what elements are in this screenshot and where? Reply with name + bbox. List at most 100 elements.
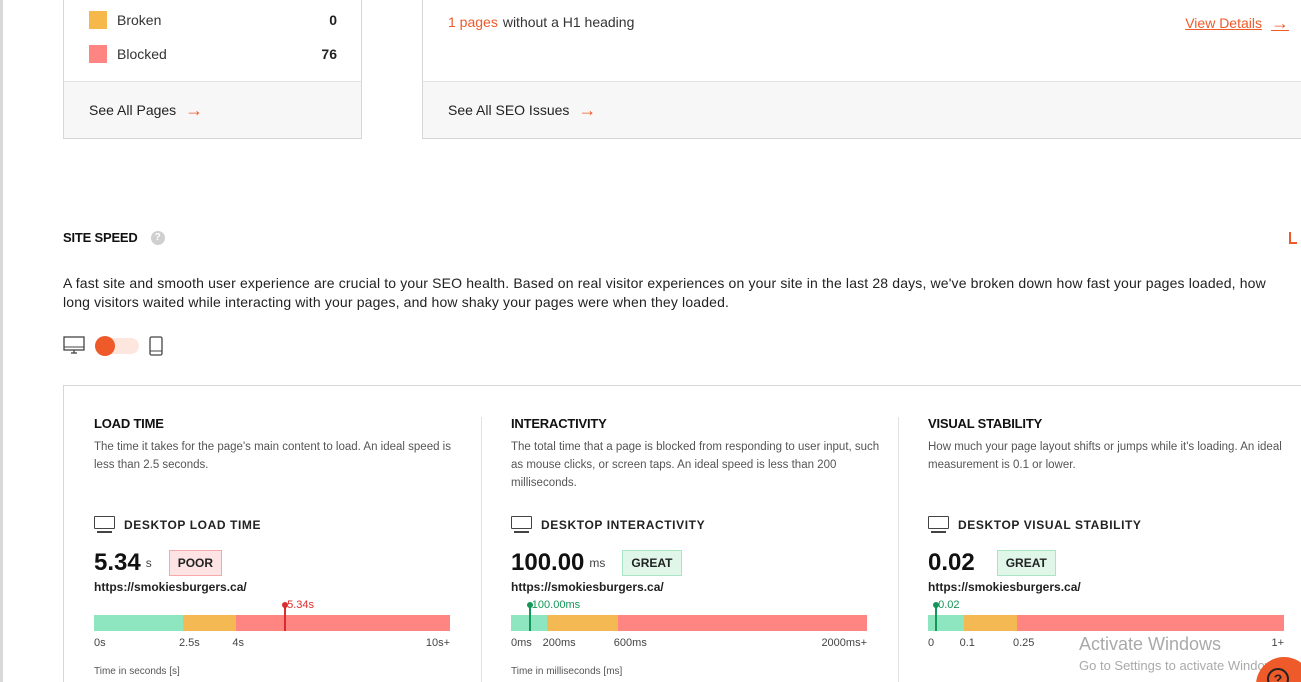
desktop-icon bbox=[94, 516, 115, 533]
metric-value: 5.34 bbox=[94, 549, 141, 576]
expand-icon[interactable] bbox=[1289, 232, 1297, 244]
arrow-right-icon: → bbox=[185, 100, 204, 120]
help-icon: ? bbox=[1267, 668, 1289, 682]
rating-scale-bar bbox=[928, 615, 1284, 631]
rating-scale-bar bbox=[511, 615, 867, 631]
marker-label: 0.02 bbox=[938, 599, 960, 611]
seo-issues-card: 1 pages without a H1 heading View Details… bbox=[422, 0, 1301, 139]
axis-tick-label: 4s bbox=[232, 637, 245, 649]
blocked-swatch bbox=[89, 45, 107, 63]
axis-tick-label: 0.25 bbox=[1013, 637, 1035, 649]
issue-row: 1 pages without a H1 heading bbox=[448, 14, 634, 30]
see-all-seo-issues-label: See All SEO Issues bbox=[448, 102, 570, 118]
needs-improvement-segment bbox=[546, 615, 618, 631]
value-marker bbox=[526, 602, 533, 631]
broken-swatch bbox=[89, 11, 107, 29]
legend-value: 76 bbox=[321, 46, 337, 62]
metric-column: INTERACTIVITY The total time that a page… bbox=[511, 385, 898, 682]
metric-description: The total time that a page is blocked fr… bbox=[511, 441, 880, 489]
axis-tick-label: 0s bbox=[94, 637, 106, 649]
view-details-label: View Details bbox=[1185, 15, 1262, 31]
desktop-icon[interactable] bbox=[63, 336, 85, 356]
metric-subheading: DESKTOP LOAD TIME bbox=[94, 516, 261, 533]
poor-range-segment bbox=[617, 615, 867, 631]
see-all-seo-issues-link[interactable]: See All SEO Issues → bbox=[448, 101, 596, 119]
marker-label: 100.00ms bbox=[531, 599, 581, 611]
metric-description: How much your page layout shifts or jump… bbox=[928, 441, 1282, 471]
rating-badge: POOR bbox=[168, 550, 223, 576]
metric-subheading-text: DESKTOP INTERACTIVITY bbox=[541, 517, 706, 532]
card-footer: See All SEO Issues → bbox=[423, 81, 1301, 138]
legend-label: Blocked bbox=[117, 46, 167, 62]
metric-unit: s bbox=[145, 556, 152, 570]
axis-tick-label: 1+ bbox=[1271, 637, 1284, 649]
site-speed-intro: A fast site and smooth user experience a… bbox=[63, 275, 1266, 310]
poor-range-segment bbox=[1016, 615, 1284, 631]
activate-windows-watermark: Activate Windows bbox=[1079, 634, 1222, 654]
metric-description: The time it takes for the page's main co… bbox=[94, 441, 451, 471]
card-footer: See All Pages → bbox=[64, 81, 361, 138]
good-range-segment bbox=[928, 615, 964, 631]
good-range-segment bbox=[94, 615, 183, 631]
metric-subheading: DESKTOP VISUAL STABILITY bbox=[928, 516, 1142, 533]
help-icon[interactable]: ? bbox=[150, 230, 165, 245]
metric-subheading-text: DESKTOP VISUAL STABILITY bbox=[958, 517, 1142, 532]
value-marker bbox=[933, 602, 940, 631]
device-toggle-switch[interactable] bbox=[95, 336, 139, 356]
see-all-pages-link[interactable]: See All Pages → bbox=[89, 101, 203, 119]
rating-scale-bar bbox=[94, 615, 450, 631]
activate-windows-hint: Go to Settings to activate Windows. bbox=[1079, 658, 1285, 673]
site-speed-title: SITE SPEED ? bbox=[63, 230, 165, 245]
axis-tick-label: 0ms bbox=[511, 637, 532, 649]
needs-improvement-segment bbox=[183, 615, 237, 631]
window-left-edge bbox=[0, 0, 3, 682]
value-marker bbox=[282, 602, 289, 631]
metric-subheading-text: DESKTOP LOAD TIME bbox=[124, 517, 262, 532]
metric-unit: ms bbox=[589, 556, 606, 570]
metric-column: LOAD TIME The time it takes for the page… bbox=[94, 385, 481, 682]
metric-value-row: 5.34 s POOR bbox=[94, 549, 223, 577]
metric-value: 0.02 bbox=[928, 549, 975, 576]
metric-title: LOAD TIME bbox=[94, 416, 164, 431]
rating-badge: GREAT bbox=[996, 550, 1056, 576]
metric-value: 100.00 bbox=[511, 549, 585, 576]
issue-count[interactable]: 1 pages bbox=[448, 14, 498, 30]
desktop-icon bbox=[511, 516, 532, 533]
axis-tick-label: 2.5s bbox=[179, 637, 200, 649]
metric-subheading: DESKTOP INTERACTIVITY bbox=[511, 516, 705, 533]
metric-url: https://smokiesburgers.ca/ bbox=[511, 580, 664, 594]
metric-url: https://smokiesburgers.ca/ bbox=[94, 580, 247, 594]
axis-tick-label: 600ms bbox=[613, 637, 647, 649]
poor-range-segment bbox=[236, 615, 450, 631]
metric-value-row: 100.00 ms GREAT bbox=[511, 549, 682, 577]
pages-summary-card: Broken 0 Blocked 76 See All Pages → bbox=[63, 0, 362, 139]
axis-tick-label: 10s+ bbox=[425, 637, 450, 649]
mobile-icon[interactable] bbox=[149, 336, 163, 356]
legend-label: Broken bbox=[117, 12, 162, 28]
column-divider bbox=[481, 417, 482, 682]
metric-value-row: 0.02 GREAT bbox=[928, 549, 1056, 577]
legend-value: 0 bbox=[329, 12, 337, 28]
desktop-icon bbox=[928, 516, 949, 533]
needs-improvement-segment bbox=[963, 615, 1017, 631]
metric-title: INTERACTIVITY bbox=[511, 416, 607, 431]
marker-label: 5.34s bbox=[287, 599, 315, 611]
arrow-right-icon: → bbox=[1271, 13, 1289, 33]
toggle-knob bbox=[95, 336, 115, 356]
arrow-right-icon: → bbox=[578, 100, 597, 120]
metric-url: https://smokiesburgers.ca/ bbox=[928, 580, 1081, 594]
legend-row-broken: Broken 0 bbox=[89, 10, 337, 30]
axis-tick-label: 200ms bbox=[542, 637, 576, 649]
issue-description: without a H1 heading bbox=[502, 14, 635, 30]
axis-tick-label: 0.1 bbox=[959, 637, 975, 649]
column-divider bbox=[898, 417, 899, 682]
legend-row-blocked: Blocked 76 bbox=[89, 44, 337, 64]
view-details-link[interactable]: View Details → bbox=[1185, 14, 1289, 32]
axis-tick-label: 0 bbox=[928, 637, 935, 649]
site-speed-title-text: SITE SPEED bbox=[63, 230, 138, 245]
rating-badge: GREAT bbox=[622, 550, 682, 576]
device-toggle bbox=[63, 336, 163, 356]
axis-caption: Time in seconds [s] bbox=[94, 666, 180, 677]
axis-tick-label: 2000ms+ bbox=[821, 637, 867, 649]
see-all-pages-label: See All Pages bbox=[89, 102, 177, 118]
